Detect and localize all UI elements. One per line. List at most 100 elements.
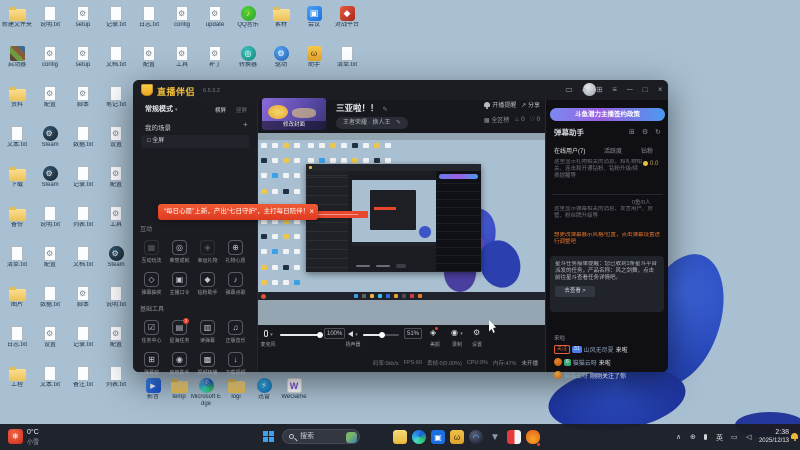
desktop-icon[interactable]: 脚本	[67, 284, 99, 309]
rank-stat[interactable]: ▦ 全区榜	[484, 115, 509, 124]
desktop-icon[interactable]: setup	[67, 44, 99, 69]
desktop-icon[interactable]: 列表.txt	[100, 364, 132, 389]
desktop-icon[interactable]: 设置	[100, 124, 132, 149]
popout-icon[interactable]: ⊞	[629, 128, 635, 136]
desktop-icon[interactable]: 图片	[1, 284, 33, 309]
desktop-icon[interactable]: ◆ 对战平台	[331, 4, 363, 29]
desktop-icon[interactable]: 文本.txt	[1, 124, 33, 149]
record-button[interactable]: ◉ ▾	[451, 328, 463, 339]
stream-preview-viewport[interactable]	[258, 133, 545, 325]
tab-activity[interactable]: 活跃度	[604, 146, 622, 155]
close-icon[interactable]: ×	[654, 84, 666, 96]
cast-icon[interactable]: ▭	[731, 433, 738, 441]
desktop-icon[interactable]: ◎ 转换器	[232, 44, 264, 69]
volume-icon[interactable]: ◁	[746, 433, 751, 441]
danmu-settings-icon[interactable]: ⚙	[642, 128, 648, 136]
tool-主播口令[interactable]: ▣	[172, 272, 187, 287]
desktop-icon[interactable]: 记录.txt	[100, 4, 132, 29]
tool-正版音乐[interactable]: ♫	[228, 320, 243, 335]
orientation-portrait[interactable]: 竖屏	[236, 106, 247, 114]
desktop-icon[interactable]: 列表.txt	[67, 204, 99, 229]
service-icon[interactable]: ∩	[578, 84, 590, 96]
taskbar-game-platform[interactable]	[507, 430, 521, 444]
view-task-button[interactable]: 去查看 >	[555, 286, 595, 297]
desktop-icon[interactable]: 数据.txt	[34, 284, 66, 309]
speaker-button[interactable]: ▾	[348, 329, 358, 340]
scene-item-fullscreen[interactable]: □ 全屏	[141, 135, 249, 148]
desktop-icon[interactable]: Steam	[100, 244, 132, 269]
tool-弹幕点歌[interactable]: ♪	[228, 272, 243, 287]
taskbar-app-store[interactable]: ▣	[431, 430, 445, 444]
desktop-icon[interactable]: 说明.txt	[100, 284, 132, 309]
tray-expand-icon[interactable]: ∧	[676, 433, 681, 441]
desktop-icon[interactable]: 文本.txt	[34, 364, 66, 389]
tool-任务中心[interactable]: ☑	[144, 320, 159, 335]
notify-action[interactable]: 开播提醒	[484, 100, 516, 109]
desktop-icon[interactable]: 设置	[34, 324, 66, 349]
desktop-icon[interactable]: 启动器	[1, 44, 33, 69]
desktop-icon[interactable]: 工具	[100, 204, 132, 229]
desktop-icon[interactable]: config	[34, 44, 66, 69]
tab-diamond-fans[interactable]: 钻粉	[641, 146, 653, 155]
daily-wish-banner[interactable]: “每日心愿”上新，产出“七日守护”，主打每日陪伴！ ×	[158, 204, 318, 220]
desktop-icon[interactable]: config	[166, 4, 198, 29]
desktop-icon[interactable]: 记录.txt	[67, 164, 99, 189]
edit-cover-overlay[interactable]: 修改封面	[262, 121, 326, 130]
message-icon[interactable]: ▭	[563, 84, 575, 96]
desktop-icon[interactable]: ▣ 会议	[298, 4, 330, 29]
desktop-icon[interactable]: ⚙ 驱动	[265, 44, 297, 69]
start-button[interactable]	[263, 431, 274, 442]
desktop-icon[interactable]: 文档.txt	[67, 244, 99, 269]
desktop-icon[interactable]: 脚本	[67, 84, 99, 109]
desktop-icon[interactable]: 清单.txt	[1, 244, 33, 269]
taskbar-edge-browser[interactable]	[412, 430, 426, 444]
edit-title-icon[interactable]: ✎	[383, 107, 388, 113]
tab-online-users[interactable]: 在线用户(7)	[554, 146, 585, 155]
more-tools-button[interactable]: ··· 更多功能	[133, 378, 258, 386]
tool-读弹幕[interactable]: ▥	[200, 320, 215, 335]
tool-弹幕窗[interactable]: ⊞	[144, 352, 159, 367]
desktop-icon[interactable]: 配置	[34, 244, 66, 269]
category-pill[interactable]: 王者荣耀 · 换人王 ✎	[336, 117, 409, 129]
desktop-icon[interactable]: update	[199, 4, 231, 29]
desktop-icon[interactable]: 文档.txt	[100, 44, 132, 69]
taskbar-file-explorer[interactable]	[393, 430, 407, 444]
minimize-icon[interactable]: ─	[624, 84, 636, 96]
desktop-icon[interactable]: 数据.txt	[67, 124, 99, 149]
tray-mic-icon[interactable]	[704, 434, 707, 440]
taskbar-browser-app[interactable]: ◠	[469, 430, 483, 444]
weather-temperature[interactable]: 0°C	[27, 429, 39, 436]
desktop-icon[interactable]: 配置	[100, 324, 132, 349]
desktop-icon[interactable]: 下载	[1, 164, 33, 189]
desktop-icon[interactable]: 补丁	[199, 44, 231, 69]
notification-bell-icon[interactable]	[791, 433, 798, 441]
taskbar-search[interactable]: 搜索	[282, 429, 360, 444]
desktop-icon[interactable]: 工具	[166, 44, 198, 69]
desktop-icon[interactable]: ♪ QQ音乐	[232, 4, 264, 29]
taskbar-security-app[interactable]	[526, 430, 540, 446]
desktop-icon[interactable]: 说明.txt	[34, 4, 66, 29]
taskbar-douyu-app[interactable]: ω	[450, 430, 464, 444]
tool-幸运礼物[interactable]: ◈	[200, 240, 215, 255]
tool-下载视频[interactable]: ↓	[228, 352, 243, 367]
desktop-icon[interactable]: 素材	[265, 4, 297, 29]
desktop-icon[interactable]: 配置	[34, 84, 66, 109]
microphone-button[interactable]: ▾	[264, 329, 273, 340]
network-icon[interactable]: ⊕	[690, 433, 696, 441]
signing-policy-banner[interactable]: 斗鱼潜力主播签约政策	[550, 108, 665, 121]
desktop-icon[interactable]: W WeGame	[278, 376, 310, 401]
desktop-icon[interactable]: 日志.txt	[1, 324, 33, 349]
desktop-icon[interactable]: 新建文件夹	[1, 4, 33, 29]
speaker-volume-slider[interactable]	[363, 332, 399, 338]
banner-close-icon[interactable]: ×	[309, 204, 314, 220]
weather-icon[interactable]: ❄	[8, 429, 23, 444]
ime-indicator[interactable]: 英	[716, 433, 723, 443]
orientation-landscape[interactable]: 横屏	[215, 106, 226, 114]
desktop-icon[interactable]: 配置	[133, 44, 165, 69]
tool-房管助手[interactable]: ◉	[172, 352, 187, 367]
tool-荣誉成就[interactable]: ◎	[172, 240, 187, 255]
tool-礼物心愿[interactable]: ⊕	[228, 240, 243, 255]
desktop-icon[interactable]: ω 助手	[298, 44, 330, 69]
maximize-icon[interactable]: □	[639, 84, 651, 96]
desktop-icon[interactable]: 备注.txt	[67, 364, 99, 389]
